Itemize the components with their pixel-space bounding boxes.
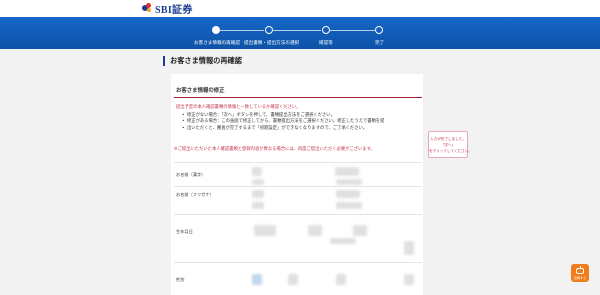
hint-line: 入力が完了しました。 bbox=[430, 137, 466, 141]
gender-radio[interactable] bbox=[404, 274, 414, 285]
birthdate-input[interactable] bbox=[254, 225, 276, 236]
gender-radio[interactable] bbox=[252, 274, 262, 285]
step-4-label: 完了 bbox=[375, 41, 385, 46]
instruction-item-continued: 出いただくと、審査が完了するまで「初期設定」ができなくなりますので、ご了承くださ… bbox=[182, 126, 418, 133]
name-kanji-input[interactable] bbox=[336, 179, 362, 185]
step-connector bbox=[220, 30, 264, 31]
name-kanji-input[interactable] bbox=[252, 179, 264, 185]
field-divider bbox=[174, 162, 422, 163]
gender-radio[interactable] bbox=[288, 274, 298, 285]
name-kana-input[interactable] bbox=[252, 190, 264, 198]
step-2-label: 提出書類・提出方法の選択 bbox=[244, 41, 300, 46]
hint-line: 「次へ」 bbox=[440, 143, 456, 147]
notice-text: 提出予定の本人確認書類の情報と一致しているか確認ください。 bbox=[176, 105, 301, 110]
completion-hint: 入力が完了しました。 「次へ」 をクリックしてください。 bbox=[428, 131, 472, 158]
step-connector bbox=[273, 30, 321, 31]
brand-name: SBI証券 bbox=[155, 4, 193, 16]
step-connector bbox=[330, 30, 375, 31]
chatbot-button[interactable]: 質問する bbox=[571, 264, 589, 282]
field-label-name-kanji: お名前（漢字） bbox=[176, 172, 206, 177]
field-label-gender: 性別 bbox=[176, 277, 185, 282]
chatbot-icon bbox=[576, 266, 584, 274]
name-kanji-input[interactable] bbox=[252, 167, 262, 176]
step-2-dot bbox=[265, 26, 273, 34]
step-4-dot bbox=[375, 26, 383, 34]
name-kana-input[interactable] bbox=[252, 202, 264, 209]
chatbot-label: 質問する bbox=[573, 276, 586, 280]
sbi-logo-icon bbox=[142, 3, 152, 13]
field-divider bbox=[174, 262, 422, 263]
step-1-label: お客さま情報の再確認 bbox=[194, 41, 240, 46]
name-kana-input[interactable] bbox=[336, 202, 362, 209]
page-title: お客さま情報の再確認 bbox=[163, 56, 242, 66]
field-divider bbox=[174, 214, 422, 215]
birthdate-input[interactable] bbox=[308, 225, 322, 236]
sbi-logo[interactable]: SBI証券 bbox=[142, 2, 193, 16]
top-bar: SBI証券 bbox=[0, 0, 600, 17]
section-title: お客さま情報の修正 bbox=[176, 88, 225, 94]
birthdate-input[interactable] bbox=[330, 238, 356, 244]
step-3-dot bbox=[322, 26, 330, 34]
birthdate-input[interactable] bbox=[404, 241, 414, 255]
name-kana-input[interactable] bbox=[336, 190, 360, 198]
step-progress-bar: お客さま情報の再確認 提出書類・提出方法の選択 確認等 完了 bbox=[0, 17, 600, 49]
field-label-birthdate: 生年月日 bbox=[176, 229, 193, 234]
field-divider bbox=[174, 186, 422, 187]
name-kanji-input[interactable] bbox=[335, 167, 359, 176]
hint-line: をクリックしてください。 bbox=[429, 149, 472, 153]
field-label-name-kana: お名前（フリガナ） bbox=[176, 192, 214, 197]
gender-radio[interactable] bbox=[336, 274, 346, 285]
step-3-label: 確認等 bbox=[319, 41, 333, 46]
instruction-list: 修正がない場合：「次へ」ボタンを押して、書類提出方法をご選択ください。 修正があ… bbox=[182, 113, 418, 133]
warning-text: ※ご提出いただいた本人確認書類と登録内容が異なる場合には、再度ご提出いただく必要… bbox=[174, 147, 375, 152]
birthdate-input[interactable] bbox=[353, 225, 367, 236]
step-1-dot bbox=[212, 26, 220, 34]
section-divider bbox=[174, 97, 422, 98]
